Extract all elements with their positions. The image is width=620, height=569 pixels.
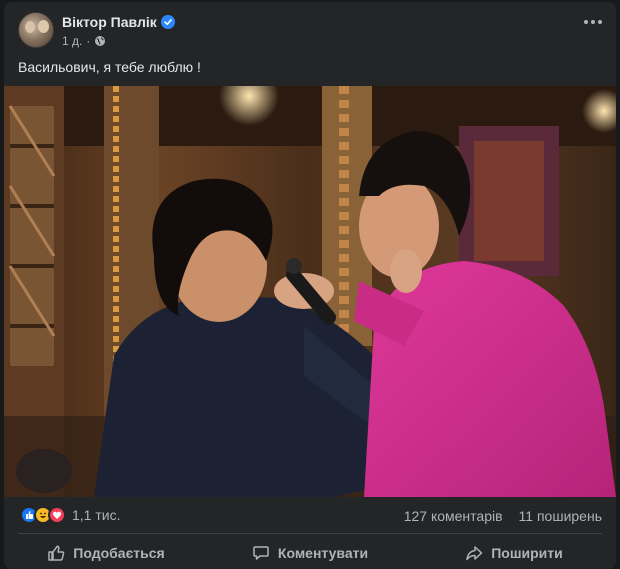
globe-icon xyxy=(95,36,106,46)
comment-bubble-icon xyxy=(253,546,269,560)
author-name[interactable]: Віктор Павлік xyxy=(62,14,157,30)
more-options-button[interactable] xyxy=(584,20,602,24)
verified-badge-icon xyxy=(160,15,175,29)
share-button[interactable]: Поширити xyxy=(412,535,616,569)
comment-button[interactable]: Коментувати xyxy=(208,535,412,569)
thumbs-up-icon xyxy=(48,545,65,561)
reaction-summary[interactable]: 1,1 тис. xyxy=(20,506,120,524)
like-button[interactable]: Подобається xyxy=(4,535,208,569)
post-header: Віктор Павлік 1 д. · xyxy=(4,2,616,52)
like-label: Подобається xyxy=(73,545,165,561)
share-label: Поширити xyxy=(491,545,563,561)
post-actions: Подобається Коментувати Поширити xyxy=(4,535,616,569)
author-row: Віктор Павлік xyxy=(62,14,175,30)
more-dot xyxy=(598,20,602,24)
actions-divider xyxy=(18,533,602,534)
more-dot xyxy=(591,20,595,24)
photo-image xyxy=(4,86,616,497)
share-arrow-icon xyxy=(466,546,483,561)
comments-count[interactable]: 127 коментарів xyxy=(404,508,503,524)
author-avatar[interactable] xyxy=(18,12,54,48)
comment-label: Коментувати xyxy=(277,545,369,561)
engagement-counts: 127 коментарів 11 поширень xyxy=(404,508,602,524)
post-photo[interactable] xyxy=(4,86,616,497)
more-horizontal-icon xyxy=(584,20,588,24)
post-card: Віктор Павлік 1 д. · Васильович, я тебе … xyxy=(4,2,616,569)
post-meta: 1 д. · xyxy=(62,34,106,48)
post-caption: Васильович, я тебе люблю ! xyxy=(18,59,201,75)
reactions-count[interactable]: 1,1 тис. xyxy=(72,507,120,523)
post-time[interactable]: 1 д. xyxy=(62,34,82,48)
shares-count[interactable]: 11 поширень xyxy=(519,508,602,524)
love-reaction-icon xyxy=(48,506,66,524)
meta-separator: · xyxy=(86,34,91,48)
post-stats: 1,1 тис. 127 коментарів 11 поширень xyxy=(4,499,616,531)
